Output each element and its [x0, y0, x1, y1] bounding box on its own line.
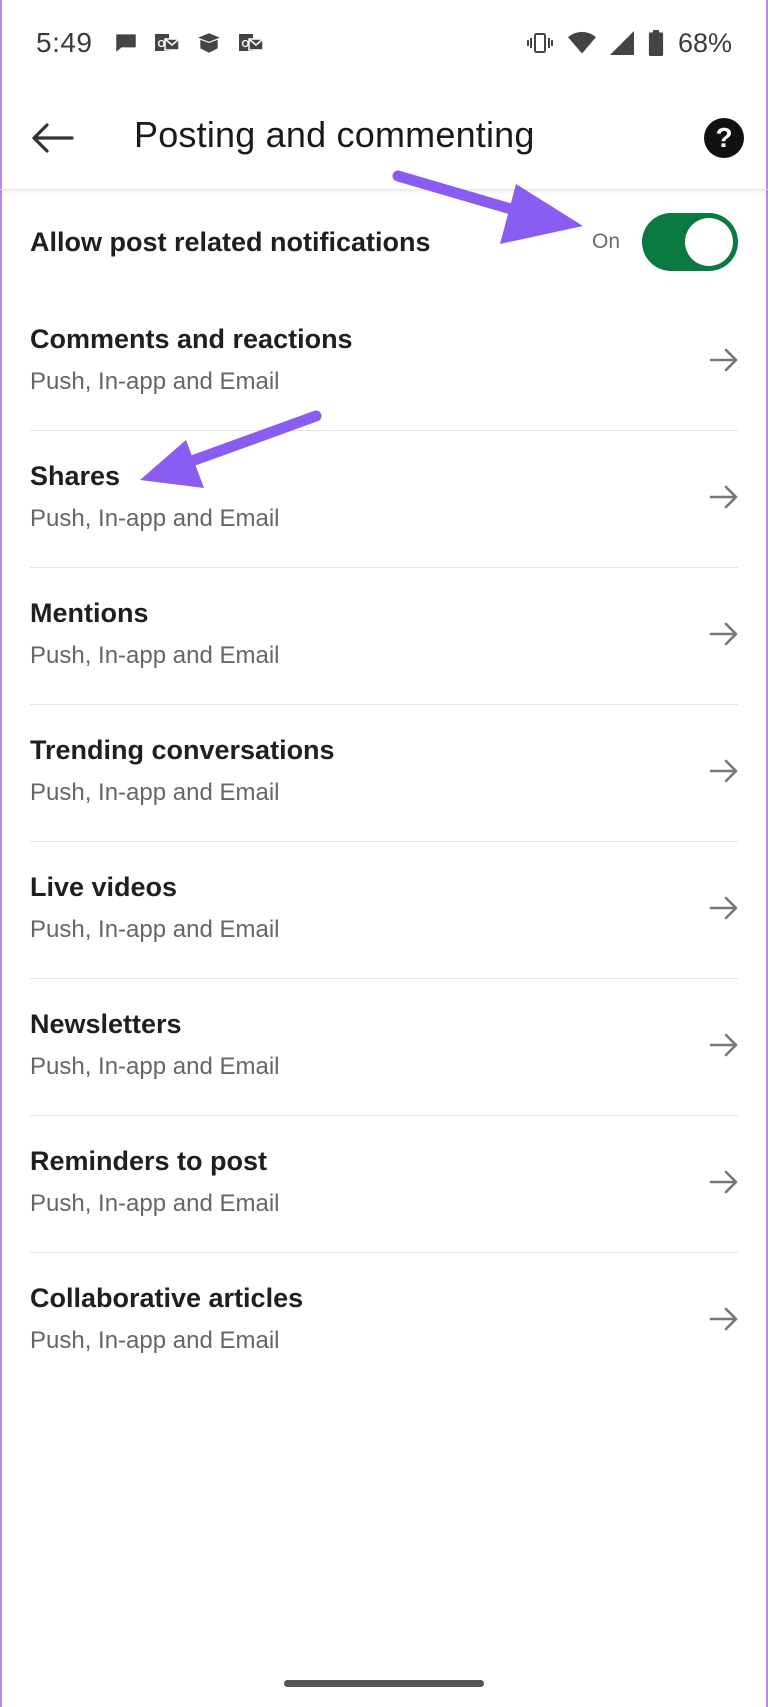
post-notifications-toggle-row: Allow post related notifications On — [0, 190, 768, 294]
item-subtitle: Push, In-app and Email — [30, 779, 280, 806]
item-title: Trending conversations — [30, 735, 335, 765]
switch-knob — [685, 218, 733, 266]
box-icon — [197, 33, 220, 53]
help-icon: ? — [715, 122, 733, 153]
help-button[interactable]: ? — [704, 118, 744, 158]
battery-icon — [648, 30, 664, 56]
item-title: Comments and reactions — [30, 324, 353, 354]
item-title: Newsletters — [30, 1009, 182, 1039]
item-title: Live videos — [30, 872, 178, 902]
item-title: Shares — [30, 461, 121, 491]
app-bar: Posting and commenting ? — [0, 86, 768, 190]
item-subtitle: Push, In-app and Email — [30, 642, 280, 669]
page-title: Posting and commenting — [134, 114, 535, 155]
wifi-icon — [567, 31, 596, 54]
item-subtitle: Push, In-app and Email — [30, 368, 280, 395]
svg-text:O: O — [241, 39, 249, 50]
status-bar: 5:49 O O 68% — [0, 0, 768, 86]
list-item-collaborative-articles[interactable]: Collaborative articles Push, In-app and … — [0, 1253, 768, 1390]
battery-percentage: 68% — [677, 27, 732, 58]
item-title: Reminders to post — [30, 1146, 268, 1176]
vibrate-icon — [526, 33, 553, 53]
item-subtitle: Push, In-app and Email — [30, 916, 280, 943]
list-item-shares[interactable]: Shares Push, In-app and Email — [0, 431, 768, 568]
post-notifications-switch[interactable] — [642, 213, 738, 271]
status-time: 5:49 — [36, 27, 93, 58]
list-item-comments-and-reactions[interactable]: Comments and reactions Push, In-app and … — [0, 294, 768, 431]
item-subtitle: Push, In-app and Email — [30, 1190, 280, 1217]
signal-icon — [609, 31, 634, 55]
arrow-right-icon — [709, 759, 738, 783]
email-icon: O — [238, 34, 264, 51]
arrow-right-icon — [709, 1170, 738, 1194]
list-item-mentions[interactable]: Mentions Push, In-app and Email — [0, 568, 768, 705]
list-item-reminders-to-post[interactable]: Reminders to post Push, In-app and Email — [0, 1116, 768, 1253]
system-status: 68% — [526, 28, 732, 59]
list-item-live-videos[interactable]: Live videos Push, In-app and Email — [0, 842, 768, 979]
chat-bubble-icon — [115, 34, 136, 52]
item-title: Mentions — [30, 598, 149, 628]
email-icon: O — [154, 34, 180, 51]
item-subtitle: Push, In-app and Email — [30, 1327, 280, 1354]
arrow-right-icon — [709, 622, 738, 646]
svg-text:O: O — [157, 39, 165, 50]
arrow-right-icon — [709, 348, 738, 372]
item-subtitle: Push, In-app and Email — [30, 505, 280, 532]
arrow-right-icon — [709, 485, 738, 509]
toggle-state-text: On — [591, 230, 620, 253]
gesture-navigation-bar[interactable] — [284, 1680, 484, 1687]
back-button[interactable] — [28, 114, 76, 162]
notification-icons: O O — [113, 30, 265, 56]
arrow-right-icon — [709, 1033, 738, 1057]
item-title: Collaborative articles — [30, 1283, 304, 1313]
item-subtitle: Push, In-app and Email — [30, 1053, 280, 1080]
list-item-newsletters[interactable]: Newsletters Push, In-app and Email — [0, 979, 768, 1116]
list-item-trending-conversations[interactable]: Trending conversations Push, In-app and … — [0, 705, 768, 842]
toggle-label: Allow post related notifications — [30, 226, 431, 257]
notification-settings-list: Comments and reactions Push, In-app and … — [0, 294, 768, 1390]
arrow-left-icon — [32, 123, 74, 153]
arrow-right-icon — [709, 1307, 738, 1331]
arrow-right-icon — [709, 896, 738, 920]
